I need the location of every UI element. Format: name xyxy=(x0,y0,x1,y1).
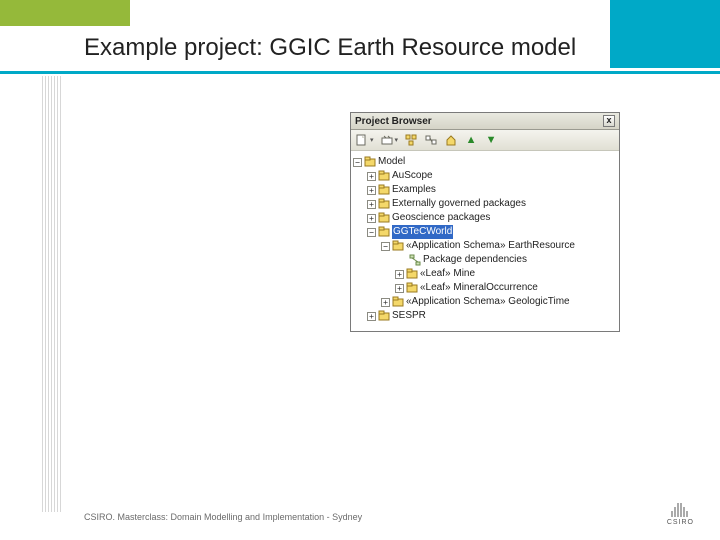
toolbar-wizard-button[interactable]: ▾ xyxy=(380,133,399,147)
tree-item-geoscience-packages[interactable]: + Geoscience packages xyxy=(353,211,617,225)
tree-node-label: GGTeCWorld xyxy=(392,225,453,239)
tree-node-label: «Application Schema» GeologicTime xyxy=(406,295,570,309)
slide-banner: Example project: GGIC Earth Resource mod… xyxy=(0,0,720,76)
slide-title: Example project: GGIC Earth Resource mod… xyxy=(84,34,576,62)
package-icon xyxy=(378,170,390,182)
model-icon xyxy=(364,156,376,168)
csiro-logo-text: CSIRO xyxy=(667,519,694,526)
expander-icon[interactable]: + xyxy=(381,298,390,307)
tree-node-label: «Leaf» Mine xyxy=(420,267,475,281)
tree-item-ggtecworld[interactable]: − GGTeCWorld xyxy=(353,225,617,239)
tree-item-leaf-mine[interactable]: + «Leaf» Mine xyxy=(353,267,617,281)
wizard-icon xyxy=(380,133,394,147)
csiro-logo-icon xyxy=(670,501,690,517)
tree-node-label: Model xyxy=(378,155,405,169)
dropdown-caret-icon: ▾ xyxy=(370,136,374,144)
home-icon[interactable] xyxy=(444,133,458,147)
package-icon xyxy=(378,198,390,210)
decorative-vertical-lines xyxy=(42,76,66,512)
expander-icon[interactable]: + xyxy=(367,214,376,223)
package-icon xyxy=(378,310,390,322)
tree-node-label: Geoscience packages xyxy=(392,211,490,225)
package-icon xyxy=(392,296,404,308)
close-icon[interactable]: x xyxy=(603,115,615,127)
expander-icon[interactable]: + xyxy=(367,200,376,209)
tree-item-geologictime[interactable]: + «Application Schema» GeologicTime xyxy=(353,295,617,309)
tree-item-earthresource[interactable]: − «Application Schema» EarthResource xyxy=(353,239,617,253)
tree-node-label: SESPR xyxy=(392,309,426,323)
dropdown-caret-icon: ▾ xyxy=(395,136,399,144)
package-icon xyxy=(406,268,418,280)
tree-node-label: «Leaf» MineralOccurrence xyxy=(420,281,538,295)
tree-item-examples[interactable]: + Examples xyxy=(353,183,617,197)
project-browser-panel: Project Browser x ▾ ▾ ▲ ▼ − xyxy=(350,112,620,332)
tree-view[interactable]: − Model + AuScope + Examples + Externall… xyxy=(351,151,619,331)
new-file-icon xyxy=(355,133,369,147)
accent-cyan-rule xyxy=(0,71,720,74)
package-icon xyxy=(378,184,390,196)
packages-icon[interactable] xyxy=(404,133,418,147)
expander-icon[interactable]: + xyxy=(367,172,376,181)
tree-item-auscope[interactable]: + AuScope xyxy=(353,169,617,183)
package-icon xyxy=(406,282,418,294)
package-icon xyxy=(392,240,404,252)
arrow-up-icon[interactable]: ▲ xyxy=(464,133,478,147)
toolbar-new-button[interactable]: ▾ xyxy=(355,133,374,147)
tree-item-sespr[interactable]: + SESPR xyxy=(353,309,617,323)
tree-item-leaf-mineraloccurrence[interactable]: + «Leaf» MineralOccurrence xyxy=(353,281,617,295)
panel-toolbar: ▾ ▾ ▲ ▼ xyxy=(351,130,619,151)
tree-item-externally-governed[interactable]: + Externally governed packages xyxy=(353,197,617,211)
package-icon xyxy=(378,226,390,238)
expander-icon[interactable]: − xyxy=(353,158,362,167)
panel-title: Project Browser xyxy=(355,116,432,127)
footer-text: CSIRO. Masterclass: Domain Modelling and… xyxy=(84,512,362,522)
expander-icon[interactable]: + xyxy=(367,186,376,195)
expander-icon[interactable]: − xyxy=(381,242,390,251)
tree-root[interactable]: − Model xyxy=(353,155,617,169)
tree-node-label: AuScope xyxy=(392,169,433,183)
link-icon[interactable] xyxy=(424,133,438,147)
diagram-icon xyxy=(409,254,421,266)
csiro-logo: CSIRO xyxy=(667,501,694,526)
tree-node-label: Package dependencies xyxy=(423,253,527,267)
tree-node-label: «Application Schema» EarthResource xyxy=(406,239,575,253)
expander-icon[interactable]: + xyxy=(395,270,404,279)
tree-node-label: Examples xyxy=(392,183,436,197)
accent-cyan-corner xyxy=(610,0,720,68)
package-icon xyxy=(378,212,390,224)
accent-green-bar xyxy=(0,0,130,26)
expander-icon[interactable]: − xyxy=(367,228,376,237)
arrow-down-icon[interactable]: ▼ xyxy=(484,133,498,147)
panel-titlebar[interactable]: Project Browser x xyxy=(351,113,619,130)
tree-item-package-dependencies[interactable]: Package dependencies xyxy=(353,253,617,267)
expander-icon[interactable]: + xyxy=(367,312,376,321)
tree-node-label: Externally governed packages xyxy=(392,197,526,211)
expander-icon[interactable]: + xyxy=(395,284,404,293)
